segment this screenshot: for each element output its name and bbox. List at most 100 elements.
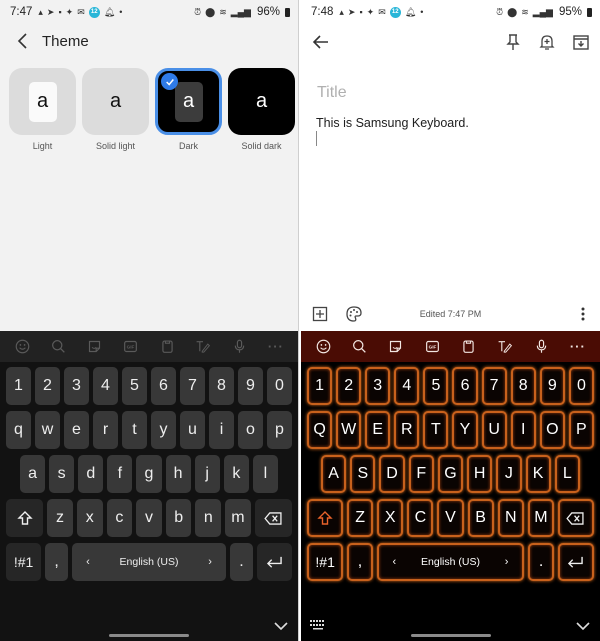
theme-preview-solid-light[interactable]: a <box>82 68 149 135</box>
key-g[interactable]: G <box>437 455 464 493</box>
key-u[interactable]: u <box>180 411 205 449</box>
handwriting-icon[interactable] <box>496 338 514 356</box>
theme-preview-solid-dark[interactable]: a <box>228 68 295 135</box>
key-h[interactable]: H <box>467 455 493 493</box>
key-4[interactable]: 4 <box>93 367 118 405</box>
space-key[interactable]: ‹ English (US) › <box>72 543 226 581</box>
home-indicator[interactable] <box>109 634 189 637</box>
symbols-key[interactable]: !#1 <box>307 543 344 581</box>
key-x[interactable]: x <box>76 499 103 537</box>
more-vert-icon[interactable] <box>580 306 586 322</box>
key-0[interactable]: 0 <box>568 367 594 405</box>
theme-preview-dark[interactable]: a <box>155 68 222 135</box>
key-j[interactable]: J <box>496 455 522 493</box>
key-f[interactable]: F <box>408 455 434 493</box>
back-chevron-icon[interactable] <box>16 31 30 51</box>
period-key[interactable]: . <box>229 543 253 581</box>
space-key[interactable]: ‹ English (US) › <box>376 543 525 581</box>
key-f[interactable]: f <box>107 455 133 493</box>
key-3[interactable]: 3 <box>365 367 391 405</box>
home-indicator[interactable] <box>410 634 491 637</box>
key-s[interactable]: S <box>350 455 376 493</box>
key-8[interactable]: 8 <box>209 367 234 405</box>
key-5[interactable]: 5 <box>423 367 449 405</box>
more-icon[interactable]: ··· <box>569 338 587 356</box>
more-icon[interactable]: ··· <box>267 338 285 356</box>
key-9[interactable]: 9 <box>539 367 565 405</box>
key-a[interactable]: a <box>20 455 46 493</box>
key-c[interactable]: C <box>407 499 434 537</box>
backspace-key[interactable] <box>557 499 595 537</box>
search-icon[interactable] <box>351 338 369 356</box>
key-i[interactable]: i <box>209 411 234 449</box>
key-i[interactable]: I <box>510 411 536 449</box>
clipboard-icon[interactable] <box>158 338 176 356</box>
sticker-icon[interactable] <box>387 338 405 356</box>
key-6[interactable]: 6 <box>452 367 478 405</box>
gif-icon[interactable]: GIF <box>423 338 441 356</box>
key-2[interactable]: 2 <box>35 367 60 405</box>
key-s[interactable]: s <box>49 455 75 493</box>
key-l[interactable]: l <box>252 455 278 493</box>
key-0[interactable]: 0 <box>267 367 292 405</box>
key-4[interactable]: 4 <box>394 367 420 405</box>
key-o[interactable]: o <box>238 411 263 449</box>
keyboard-switch-icon[interactable] <box>310 620 326 630</box>
mic-icon[interactable] <box>532 338 550 356</box>
key-q[interactable]: Q <box>307 411 333 449</box>
key-7[interactable]: 7 <box>481 367 507 405</box>
key-d[interactable]: d <box>78 455 104 493</box>
theme-option-dark[interactable]: a Dark <box>155 68 222 151</box>
key-t[interactable]: T <box>423 411 449 449</box>
key-k[interactable]: K <box>525 455 551 493</box>
pin-icon[interactable] <box>503 32 523 52</box>
symbols-key[interactable]: !#1 <box>6 543 42 581</box>
key-2[interactable]: 2 <box>336 367 362 405</box>
key-r[interactable]: r <box>93 411 118 449</box>
shift-key[interactable] <box>307 499 344 537</box>
key-k[interactable]: k <box>223 455 249 493</box>
clipboard-icon[interactable] <box>460 338 478 356</box>
key-y[interactable]: Y <box>452 411 478 449</box>
key-m[interactable]: m <box>225 499 251 537</box>
key-p[interactable]: p <box>267 411 292 449</box>
key-n[interactable]: n <box>195 499 222 537</box>
hide-keyboard-chevron-icon[interactable] <box>274 621 288 631</box>
key-x[interactable]: X <box>377 499 404 537</box>
key-z[interactable]: Z <box>347 499 374 537</box>
note-title-input[interactable]: Title <box>317 84 347 102</box>
key-7[interactable]: 7 <box>180 367 205 405</box>
search-icon[interactable] <box>49 338 67 356</box>
key-c[interactable]: c <box>106 499 133 537</box>
backspace-key[interactable] <box>254 499 292 537</box>
gif-icon[interactable]: GIF <box>122 338 140 356</box>
key-v[interactable]: v <box>136 499 162 537</box>
emoji-icon[interactable] <box>314 338 332 356</box>
key-5[interactable]: 5 <box>122 367 147 405</box>
handwriting-icon[interactable] <box>194 338 212 356</box>
key-b[interactable]: b <box>165 499 192 537</box>
key-m[interactable]: M <box>527 499 554 537</box>
key-l[interactable]: L <box>554 455 580 493</box>
key-p[interactable]: P <box>568 411 594 449</box>
key-v[interactable]: V <box>437 499 464 537</box>
emoji-icon[interactable] <box>13 338 31 356</box>
comma-key[interactable]: , <box>347 543 373 581</box>
key-b[interactable]: B <box>467 499 494 537</box>
enter-key[interactable] <box>256 543 292 581</box>
key-e[interactable]: e <box>64 411 89 449</box>
key-w[interactable]: w <box>35 411 60 449</box>
key-z[interactable]: z <box>47 499 73 537</box>
sticker-icon[interactable] <box>86 338 104 356</box>
key-h[interactable]: h <box>165 455 191 493</box>
period-key[interactable]: . <box>528 543 554 581</box>
back-arrow-icon[interactable] <box>311 32 331 52</box>
key-8[interactable]: 8 <box>510 367 536 405</box>
shift-key[interactable] <box>6 499 44 537</box>
key-d[interactable]: D <box>379 455 405 493</box>
key-1[interactable]: 1 <box>307 367 333 405</box>
reminder-bell-icon[interactable] <box>537 32 557 52</box>
key-y[interactable]: y <box>151 411 176 449</box>
hide-keyboard-chevron-icon[interactable] <box>576 621 590 631</box>
enter-key[interactable] <box>557 543 594 581</box>
